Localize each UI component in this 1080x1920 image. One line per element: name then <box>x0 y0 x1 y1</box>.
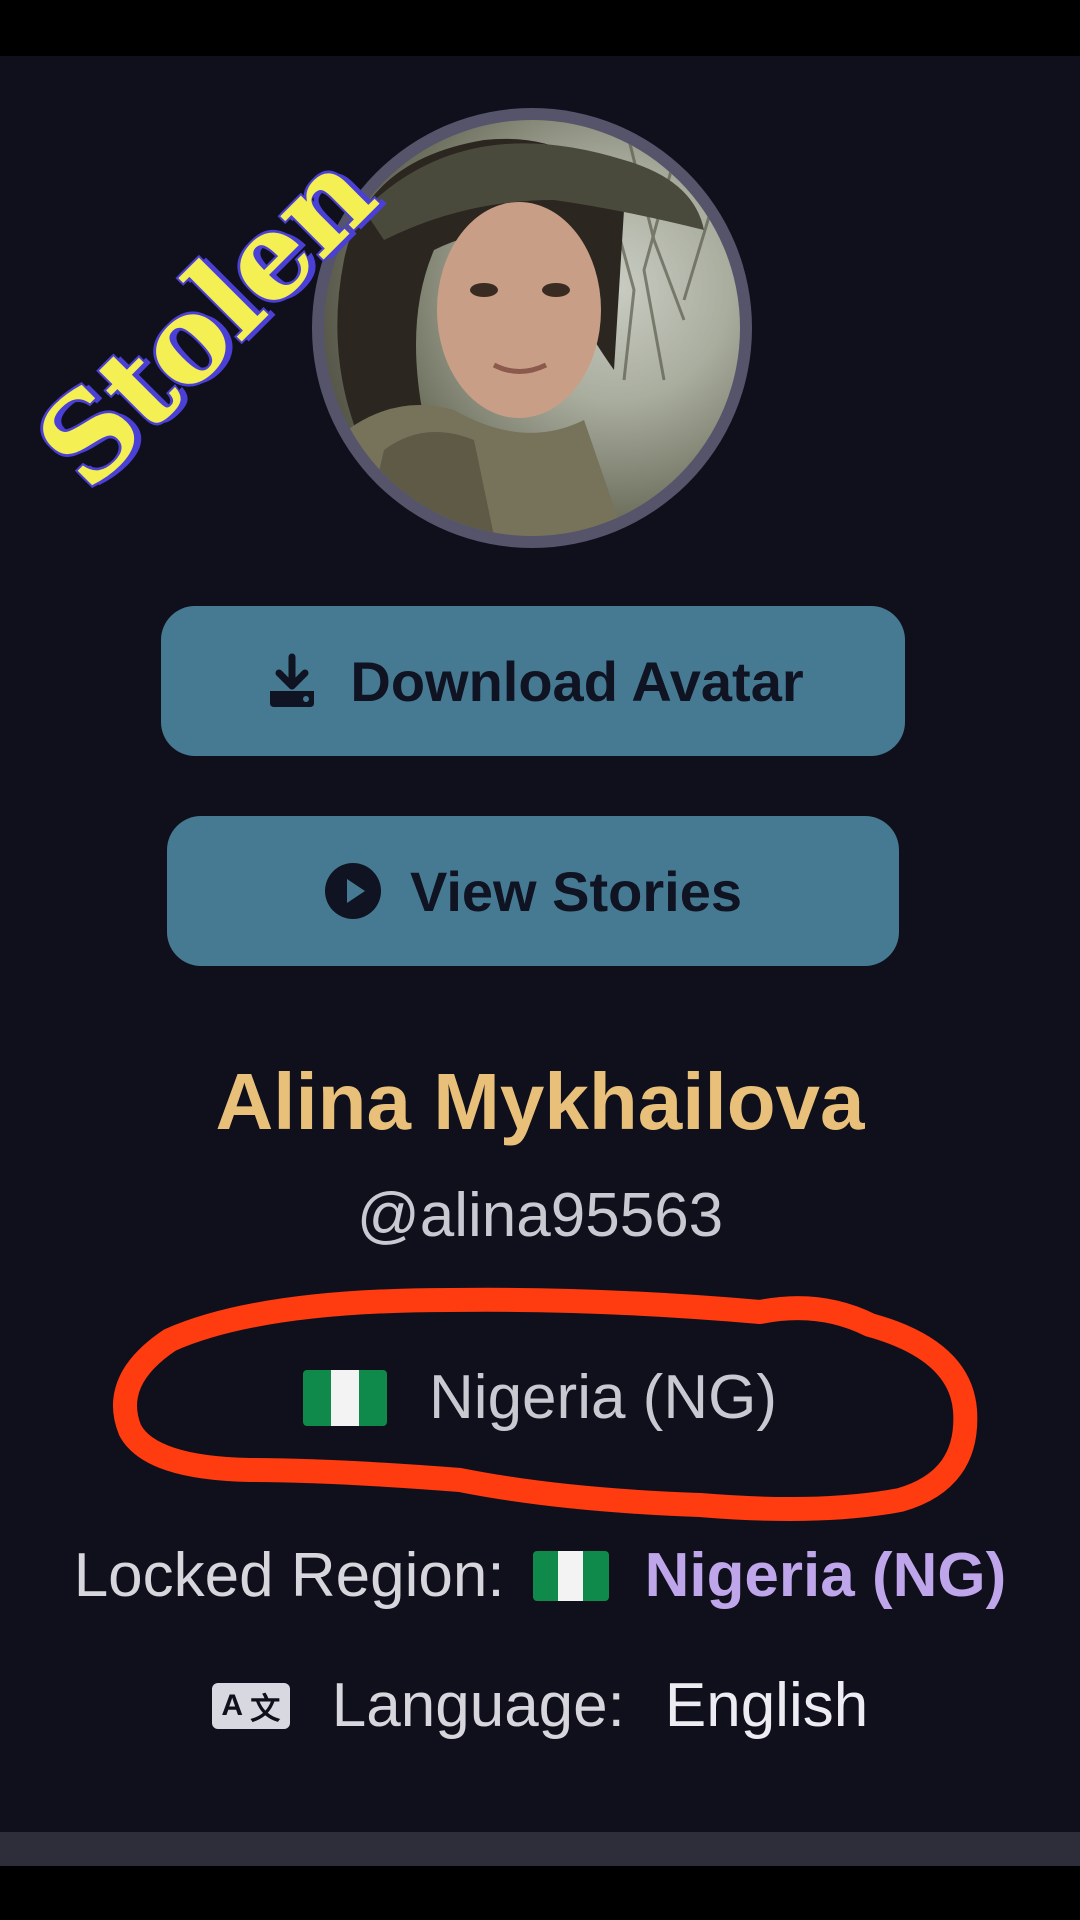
view-stories-button[interactable]: View Stories <box>167 816 899 966</box>
nigeria-flag-icon <box>303 1369 388 1426</box>
locked-region-value: Nigeria (NG) <box>644 1541 1007 1610</box>
view-stories-label: View Stories <box>409 859 742 923</box>
language-value: English <box>664 1671 869 1740</box>
avatar[interactable] <box>312 108 752 548</box>
language-label: Language: <box>331 1671 625 1740</box>
locked-region-row: Locked Region: Nigeria (NG) <box>0 1540 1080 1611</box>
avatar-photo <box>324 120 740 536</box>
top-bar <box>0 0 1080 56</box>
play-circle-icon <box>324 862 382 920</box>
country-label: Nigeria (NG) <box>429 1363 777 1432</box>
nigeria-flag-icon <box>532 1550 609 1601</box>
locked-region-label: Locked Region: <box>73 1541 505 1610</box>
language-row: A文 Language: English <box>0 1670 1080 1741</box>
bottom-edge <box>0 1866 1080 1920</box>
download-icon <box>262 651 322 711</box>
download-avatar-label: Download Avatar <box>350 649 804 713</box>
bottom-bar <box>0 1832 1080 1866</box>
download-avatar-button[interactable]: Download Avatar <box>161 606 905 756</box>
profile-handle: @alina95563 <box>356 1181 724 1250</box>
profile-name: Alina Mykhailova <box>215 1057 865 1146</box>
country-row: Nigeria (NG) <box>0 1362 1080 1433</box>
translate-icon: A文 <box>211 1682 290 1729</box>
